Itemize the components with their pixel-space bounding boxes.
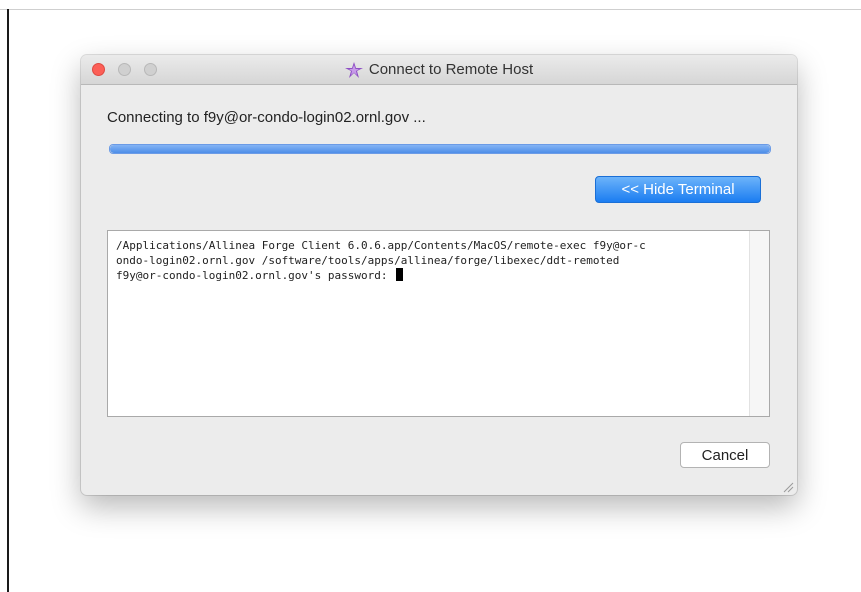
titlebar: Connect to Remote Host xyxy=(81,55,797,85)
window-title: Connect to Remote Host xyxy=(368,61,534,78)
terminal-scrollbar[interactable] xyxy=(749,231,769,416)
terminal-line: /Applications/Allinea Forge Client 6.0.6… xyxy=(116,239,646,252)
terminal-text: /Applications/Allinea Forge Client 6.0.6… xyxy=(116,238,746,283)
hide-terminal-button[interactable]: << Hide Terminal xyxy=(595,176,761,203)
text-cursor xyxy=(396,268,404,281)
connection-status-text: Connecting to f9y@or-condo-login02.ornl.… xyxy=(107,109,426,126)
cancel-button[interactable]: Cancel xyxy=(680,442,770,468)
allinea-forge-icon xyxy=(344,61,363,78)
screenshot-left-border xyxy=(7,9,9,592)
screenshot-top-border xyxy=(0,9,861,10)
progress-fill xyxy=(110,145,770,153)
resize-grip-icon[interactable] xyxy=(782,480,794,493)
connection-progress-bar xyxy=(109,144,771,154)
connect-dialog: Connect to Remote Host Connecting to f9y… xyxy=(81,55,797,495)
terminal-line: f9y@or-condo-login02.ornl.gov's password… xyxy=(116,269,395,282)
title-area: Connect to Remote Host xyxy=(81,55,797,84)
terminal-line: ondo-login02.ornl.gov /software/tools/ap… xyxy=(116,254,620,267)
terminal-output[interactable]: /Applications/Allinea Forge Client 6.0.6… xyxy=(107,230,770,417)
